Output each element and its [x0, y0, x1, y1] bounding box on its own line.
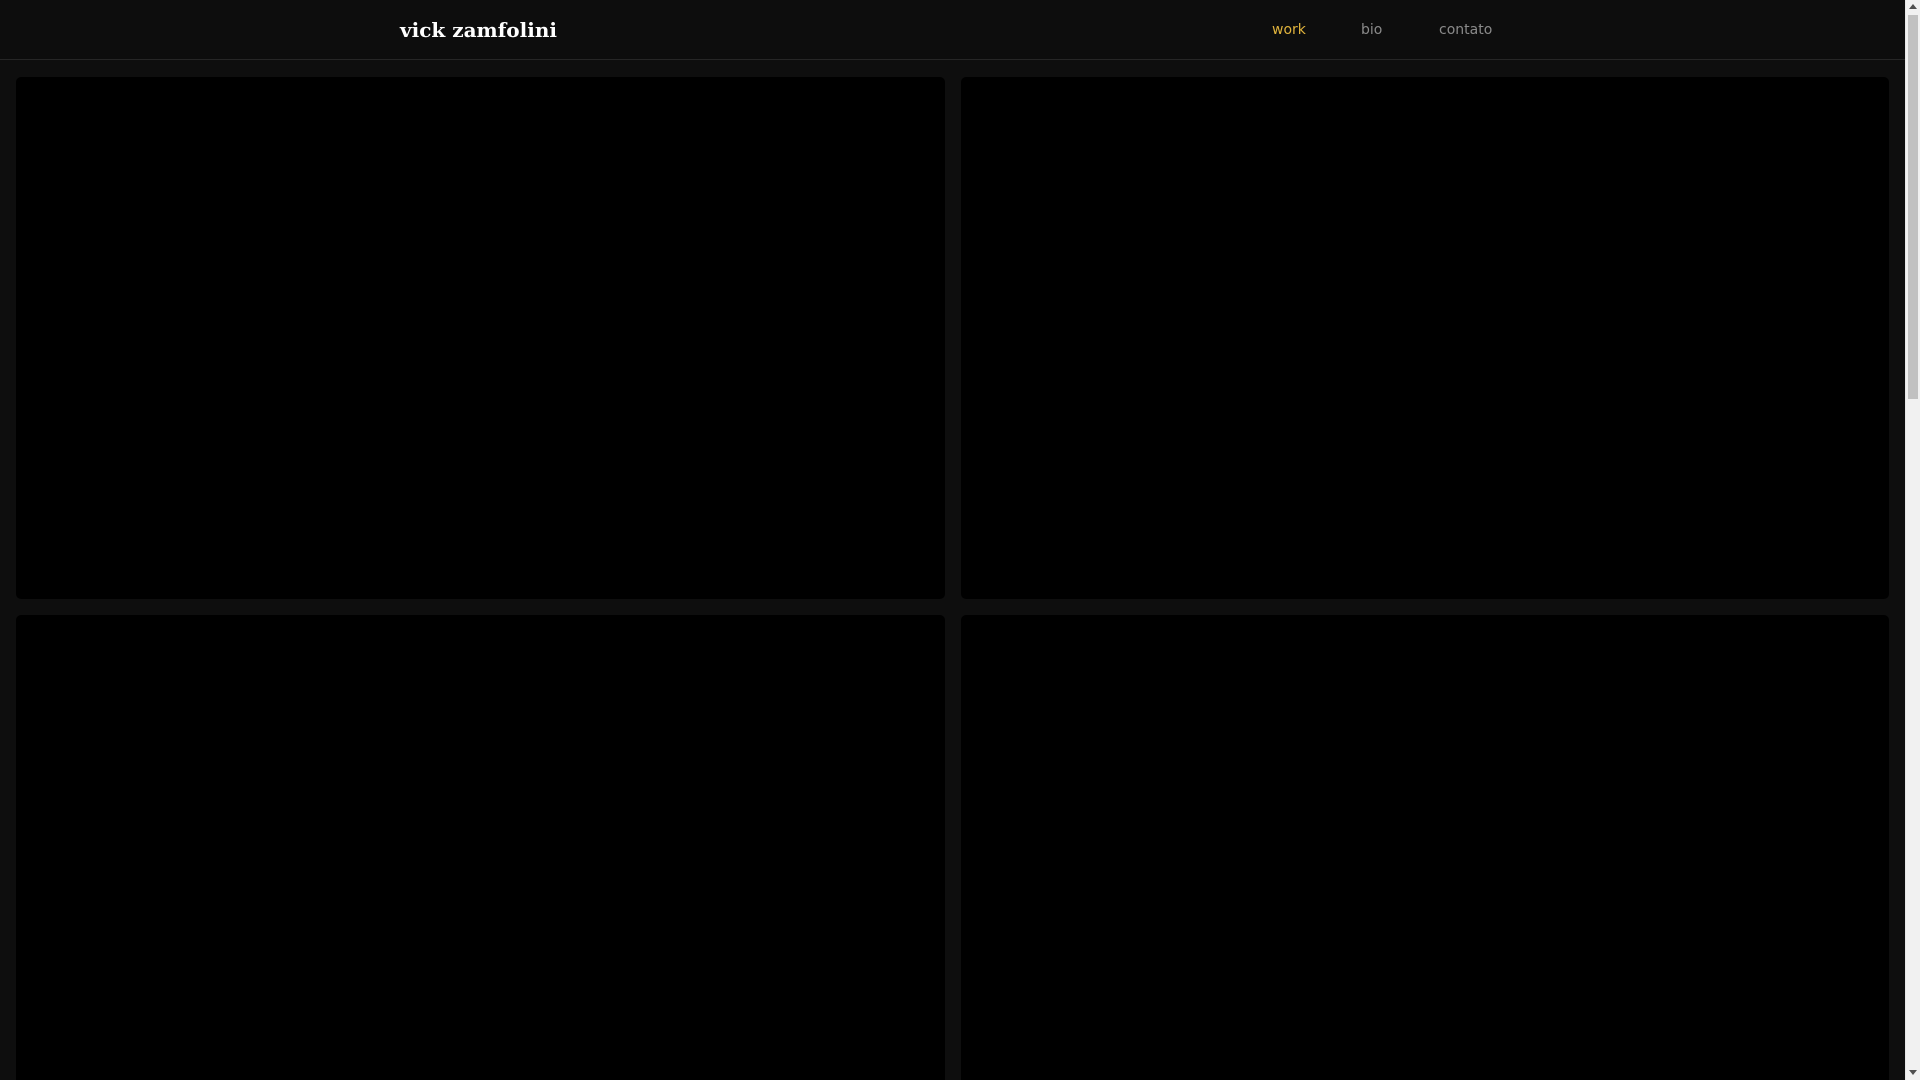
top-navigation-bar: vick zamfolini work bio contato	[0, 0, 1905, 60]
nav-link-contato[interactable]: contato	[1439, 18, 1492, 42]
site-title-link[interactable]: vick zamfolini	[400, 15, 557, 45]
vertical-scrollbar[interactable]	[1905, 0, 1920, 1080]
gallery-tile[interactable]	[16, 77, 945, 599]
nav-link-work[interactable]: work	[1272, 18, 1306, 42]
page: vick zamfolini work bio contato	[0, 0, 1905, 1080]
scroll-up-arrow-icon[interactable]	[1909, 4, 1917, 9]
nav-link-bio[interactable]: bio	[1361, 18, 1382, 42]
gallery-tile[interactable]	[16, 615, 945, 1080]
gallery-tile[interactable]	[961, 615, 1889, 1080]
scrollbar-thumb[interactable]	[1908, 15, 1918, 399]
gallery-tile[interactable]	[961, 77, 1889, 599]
scroll-down-arrow-icon[interactable]	[1909, 1070, 1917, 1075]
